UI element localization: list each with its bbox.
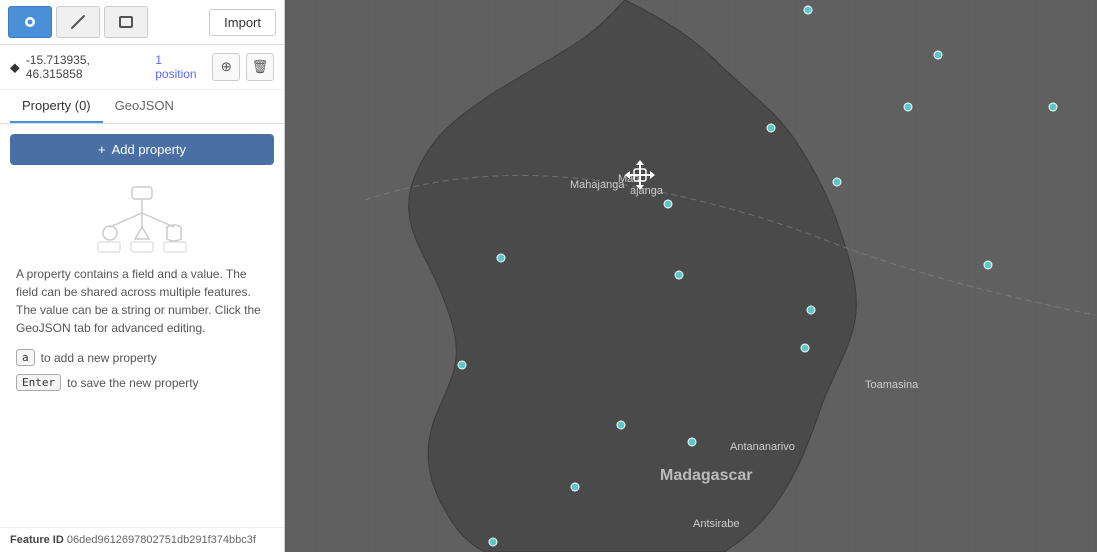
svg-text:Antananarivo: Antananarivo [730,441,795,453]
delete-button[interactable]: 🗑 [246,53,274,81]
description-text: A property contains a field and a value.… [0,261,284,347]
feature-id-bar: Feature ID 06ded9612697802751db291f374bb… [0,527,284,552]
map-svg: Mah ajanga Mahajanga Toamasina Antananar… [285,0,1097,552]
property-illustration [0,175,284,261]
svg-text:Madagascar: Madagascar [660,467,753,484]
pin-icon: ⬥ [10,59,20,76]
hint-enter-text: to save the new property [67,376,198,390]
point-icon [21,13,39,31]
a-key: a [16,349,35,366]
left-panel: Import ⬥ -15.713935, 46.315858 1 positio… [0,0,285,552]
enter-key: Enter [16,374,61,391]
tab-geojson[interactable]: GeoJSON [103,90,186,123]
tab-property[interactable]: Property (0) [10,90,103,123]
plus-icon: + [98,142,106,157]
polygon-tool-button[interactable] [104,6,148,38]
hint-row-a: a to add a new property [0,347,284,368]
map-area[interactable]: Mah ajanga Mahajanga Toamasina Antananar… [285,0,1097,552]
add-property-button[interactable]: + Add property [10,134,274,165]
feature-id-label: Feature ID [10,534,64,546]
hint-row-enter: Enter to save the new property [0,372,284,393]
point-tool-button[interactable] [8,6,52,38]
import-button[interactable]: Import [209,9,276,36]
add-property-label: Add property [112,142,186,157]
coordinates-text: -15.713935, 46.315858 [26,53,149,81]
toolbar: Import [0,0,284,45]
svg-text:Mahajanga: Mahajanga [570,179,625,191]
property-diagram-icon [92,185,192,255]
position-link[interactable]: 1 position [155,53,206,81]
coords-row: ⬥ -15.713935, 46.315858 1 position ⊕ 🗑 [0,45,284,90]
feature-id-value: 06ded9612697802751db291f374bbc3f [67,534,256,546]
tabs-bar: Property (0) GeoJSON [0,90,284,124]
trash-icon: 🗑 [252,59,269,75]
line-icon [69,13,87,31]
line-tool-button[interactable] [56,6,100,38]
target-icon: ⊕ [221,59,232,75]
svg-text:ajanga: ajanga [630,185,664,197]
svg-text:Antsirabe: Antsirabe [693,518,739,530]
polygon-icon [117,13,135,31]
svg-text:Toamasina: Toamasina [865,379,919,391]
hint-a-text: to add a new property [41,351,157,365]
target-button[interactable]: ⊕ [212,53,240,81]
